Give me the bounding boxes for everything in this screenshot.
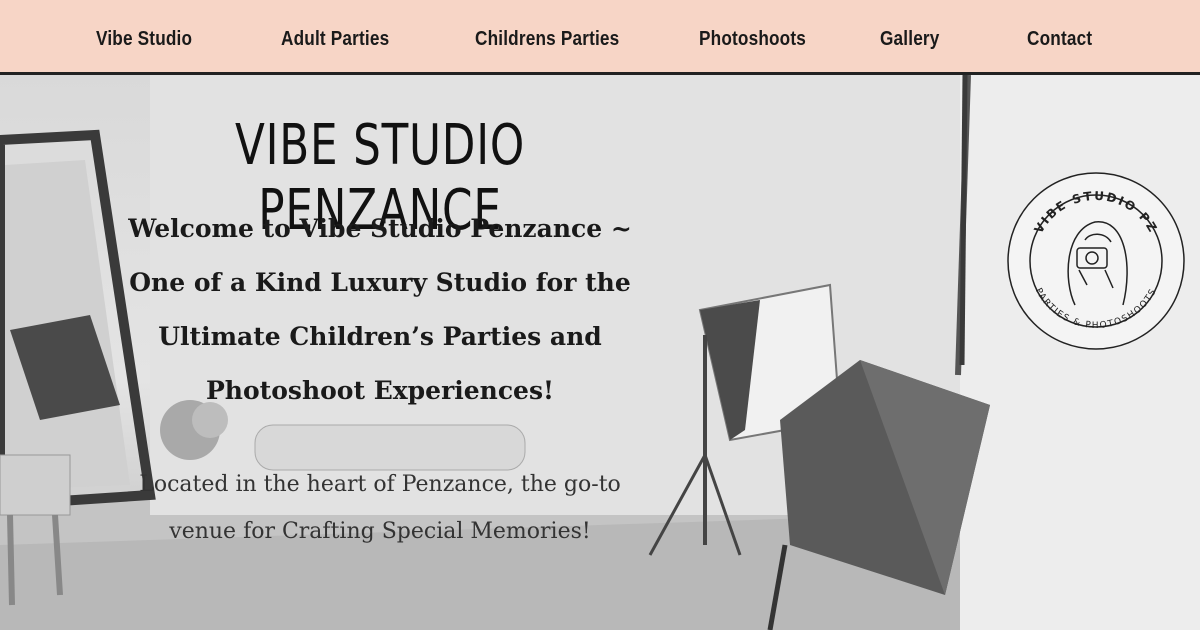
nav-item-contact[interactable]: Contact xyxy=(1027,26,1103,52)
nav-item-vibe-studio[interactable]: Vibe Studio xyxy=(96,26,208,52)
brand-logo[interactable]: VIBE STUDIO PZ PARTIES & PHOTOSHOOTS xyxy=(1005,170,1187,352)
hero-section: VIBE STUDIO PENZANCE Welcome to Vibe Stu… xyxy=(0,75,1200,630)
nav-item-gallery[interactable]: Gallery xyxy=(880,26,949,52)
nav-item-childrens-parties[interactable]: Childrens Parties xyxy=(475,26,643,52)
top-nav: Vibe Studio Adult Parties Childrens Part… xyxy=(0,0,1200,75)
hero-headline: Welcome to Vibe Studio Penzance ~ One of… xyxy=(128,214,632,405)
nav-item-adult-parties[interactable]: Adult Parties xyxy=(281,26,407,52)
hero-subtext: Located in the heart of Penzance, the go… xyxy=(139,472,621,544)
nav-item-photoshoots[interactable]: Photoshoots xyxy=(699,26,823,52)
